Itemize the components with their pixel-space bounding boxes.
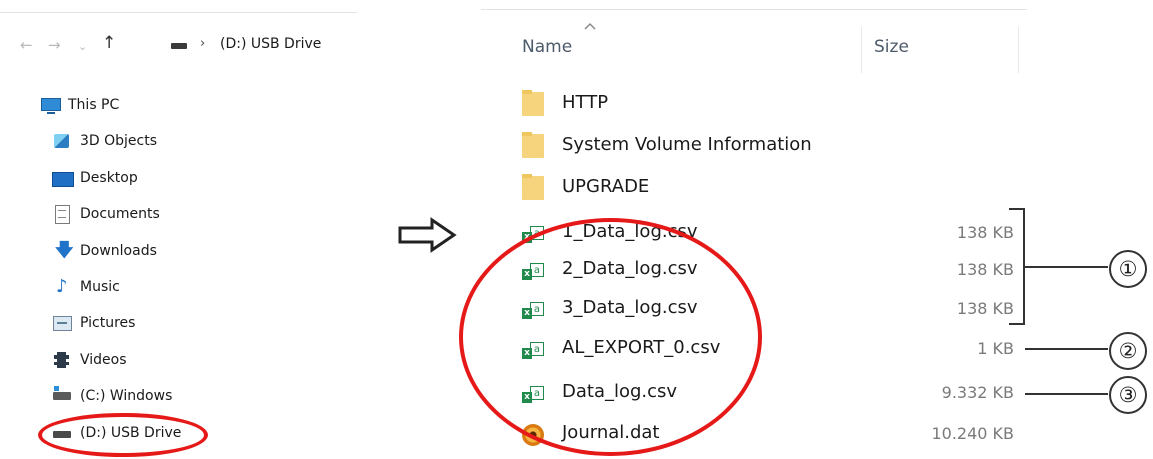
sort-ascending-icon[interactable] — [584, 22, 596, 30]
csv-file-icon: ax — [520, 258, 546, 282]
nav-item-d-usb-drive[interactable]: (D:) USB Drive — [52, 420, 181, 446]
csv-file-icon: ax — [520, 337, 546, 361]
column-divider[interactable] — [861, 27, 862, 73]
file-row-1-data-log-csv[interactable]: ax 1_Data_log.csv 138 KB — [520, 217, 1020, 247]
file-row-system-volume-information[interactable]: System Volume Information — [520, 130, 1020, 160]
3d-objects-icon — [52, 131, 72, 151]
nav-item-label: (D:) USB Drive — [80, 425, 182, 441]
file-size: 1 KB — [977, 339, 1014, 358]
recent-locations-button[interactable]: ⌄ — [78, 38, 87, 56]
breadcrumb-usb-drive[interactable]: (D:) USB Drive — [220, 36, 321, 52]
file-name: Data_log.csv — [562, 381, 678, 402]
usb-drive-icon — [52, 423, 72, 443]
column-divider[interactable] — [1018, 27, 1019, 73]
windows-drive-icon — [52, 386, 72, 406]
back-button[interactable]: ← — [20, 36, 33, 54]
file-size: 138 KB — [956, 299, 1014, 318]
file-name: 2_Data_log.csv — [562, 258, 698, 279]
forward-button[interactable]: → — [48, 36, 61, 54]
nav-item-label: Music — [80, 279, 120, 295]
nav-item-label: Desktop — [80, 170, 138, 186]
address-bar-border — [0, 12, 357, 13]
download-arrow-icon: 🡇 — [55, 240, 74, 261]
documents-icon — [52, 204, 72, 224]
file-name: 1_Data_log.csv — [562, 221, 698, 242]
nav-item-label: Videos — [80, 352, 127, 368]
file-row-3-data-log-csv[interactable]: ax 3_Data_log.csv 138 KB — [520, 293, 1020, 323]
file-name: AL_EXPORT_0.csv — [562, 337, 721, 358]
nav-item-c-windows[interactable]: (C:) Windows — [52, 383, 172, 409]
nav-item-label: Pictures — [80, 315, 136, 331]
file-name: Journal.dat — [562, 422, 660, 443]
file-size: 138 KB — [956, 223, 1014, 242]
file-size: 138 KB — [956, 260, 1014, 279]
column-header-name[interactable]: Name — [522, 37, 572, 57]
file-list-border — [481, 9, 1027, 10]
leader-line — [1025, 266, 1108, 268]
up-button[interactable]: ↑ — [102, 34, 116, 52]
pictures-icon — [52, 313, 72, 333]
file-row-data-log-csv[interactable]: ax Data_log.csv 9.332 KB — [520, 377, 1020, 407]
file-name: 3_Data_log.csv — [562, 297, 698, 318]
right-arrow-icon — [398, 217, 457, 253]
folder-icon — [520, 132, 546, 158]
nav-item-music[interactable]: ♪ Music — [52, 274, 120, 300]
nav-item-label: 3D Objects — [80, 133, 158, 149]
csv-file-icon: ax — [520, 297, 546, 321]
dat-file-icon — [520, 422, 546, 446]
usb-drive-icon — [171, 43, 187, 49]
nav-item-downloads[interactable]: 🡇 Downloads — [52, 238, 157, 264]
nav-item-documents[interactable]: Documents — [52, 201, 160, 227]
file-size: 9.332 KB — [941, 383, 1014, 402]
file-row-al-export-0-csv[interactable]: ax AL_EXPORT_0.csv 1 KB — [520, 333, 1020, 363]
file-name: UPGRADE — [562, 176, 650, 197]
file-name: HTTP — [562, 92, 609, 113]
file-name: System Volume Information — [562, 134, 812, 155]
column-header-size[interactable]: Size — [874, 37, 909, 57]
nav-item-label: Downloads — [80, 243, 157, 259]
folder-icon — [520, 90, 546, 116]
file-row-http[interactable]: HTTP — [520, 88, 1020, 118]
callout-marker-2: ② — [1109, 332, 1147, 370]
csv-file-icon: ax — [520, 221, 546, 245]
nav-item-label: (C:) Windows — [80, 388, 173, 404]
computer-icon — [40, 95, 61, 115]
file-row-upgrade[interactable]: UPGRADE — [520, 172, 1020, 202]
folder-icon — [520, 174, 546, 200]
group-bracket — [1009, 208, 1025, 325]
file-row-journal-dat[interactable]: Journal.dat 10.240 KB — [520, 418, 1020, 448]
nav-item-3d-objects[interactable]: 3D Objects — [52, 128, 157, 154]
nav-item-desktop[interactable]: Desktop — [52, 165, 138, 191]
leader-line — [1025, 393, 1108, 395]
breadcrumb-separator-icon[interactable]: › — [200, 36, 205, 51]
csv-file-icon: ax — [520, 381, 546, 405]
desktop-icon — [52, 168, 74, 188]
nav-item-this-pc[interactable]: This PC — [40, 92, 119, 118]
music-note-icon: ♪ — [56, 276, 68, 297]
film-icon — [52, 350, 72, 370]
nav-item-label: This PC — [68, 97, 120, 113]
nav-item-pictures[interactable]: Pictures — [52, 310, 135, 336]
callout-marker-3: ③ — [1109, 376, 1147, 414]
file-row-2-data-log-csv[interactable]: ax 2_Data_log.csv 138 KB — [520, 254, 1020, 284]
callout-marker-1: ① — [1109, 250, 1147, 288]
nav-item-videos[interactable]: Videos — [52, 347, 127, 373]
nav-item-label: Documents — [80, 206, 160, 222]
file-size: 10.240 KB — [931, 424, 1014, 443]
leader-line — [1025, 348, 1108, 350]
